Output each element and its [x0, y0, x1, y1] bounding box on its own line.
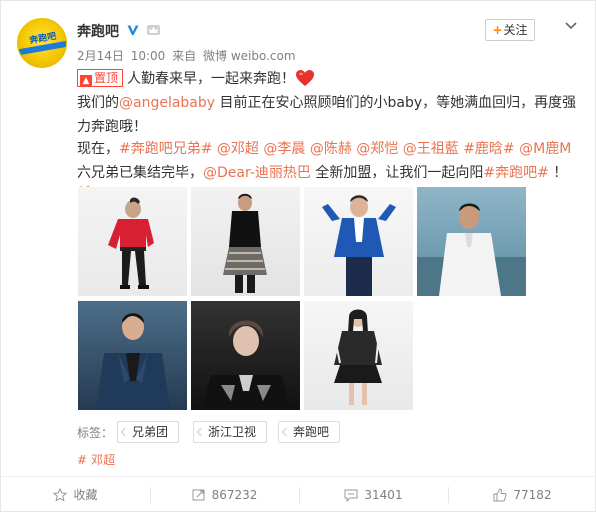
comment-count: 31401 — [364, 488, 403, 502]
hashtag-brothers[interactable]: #奔跑吧兄弟# — [119, 141, 212, 157]
comment-button[interactable]: 31401 — [299, 477, 448, 512]
photo-5[interactable] — [78, 301, 187, 410]
text-segment: 现在， — [77, 141, 119, 157]
post-intro: 人勤春来早，一起来奔跑！ — [127, 71, 296, 87]
post-text-line-1: ▲ 置顶 人勤春来早，一起来奔跑！ — [77, 67, 577, 91]
pinned-label: 置顶 — [94, 71, 119, 85]
pin-icon: ▲ — [80, 75, 92, 87]
like-count: 77182 — [513, 488, 552, 502]
repost-icon — [192, 489, 205, 501]
hashtag-luhan[interactable]: #鹿晗# — [463, 141, 514, 157]
post-text-paragraph-2: 我们的@angelababy 目前正在安心照顾咱们的小baby，等她满血回归，再… — [77, 91, 577, 139]
verified-v-icon[interactable] — [125, 22, 141, 38]
repost-button[interactable]: 867232 — [150, 477, 299, 512]
comment-icon — [344, 489, 358, 503]
star-icon — [53, 487, 68, 502]
source-prefix: 来自 — [172, 49, 197, 63]
weibo-post-card: 奔跑吧 奔跑吧 2月14日 10:00 来自 微博 weibo.com +关注 … — [0, 0, 596, 512]
mention-lichen[interactable]: @李晨 — [263, 141, 305, 157]
mention-luhan[interactable]: @M鹿M — [519, 141, 571, 157]
follow-button[interactable]: +关注 — [485, 19, 535, 41]
user-name[interactable]: 奔跑吧 — [77, 21, 119, 41]
mention-dengchao[interactable]: @邓超 — [217, 141, 259, 157]
repost-count: 867232 — [211, 488, 258, 502]
avatar[interactable]: 奔跑吧 — [17, 18, 67, 68]
tag-item[interactable]: 浙江卫视 — [193, 421, 268, 443]
mention-wangzulan[interactable]: @王祖藍 — [403, 141, 459, 157]
mention-dilireba[interactable]: @Dear-迪丽热巴 — [203, 165, 311, 181]
thumbs-up-icon — [493, 488, 507, 502]
mention-zhengkai[interactable]: @郑恺 — [356, 141, 398, 157]
hashtag-benpaoba[interactable]: #奔跑吧# — [483, 165, 548, 181]
post-meta: 2月14日 10:00 来自 微博 weibo.com — [77, 47, 299, 64]
tags-label: 标签： — [77, 426, 114, 440]
post-time[interactable]: 10:00 — [131, 49, 166, 63]
favorite-label: 收藏 — [73, 488, 98, 502]
text-segment: 我们的 — [77, 95, 119, 111]
mention-chenhe[interactable]: @陈赫 — [310, 141, 352, 157]
heart-emoji-icon — [295, 69, 315, 87]
text-segment: 全新加盟，让我们一起向阳 — [310, 165, 484, 181]
post-date[interactable]: 2月14日 — [77, 49, 124, 63]
post-source[interactable]: 微博 weibo.com — [203, 49, 296, 63]
chevron-down-icon[interactable] — [563, 17, 579, 33]
photo-7[interactable] — [304, 301, 413, 410]
photo-6[interactable] — [191, 301, 300, 410]
pinned-badge: ▲ 置顶 — [77, 69, 124, 87]
topic-link[interactable]: # 邓超 — [77, 451, 115, 468]
mention-angelababy[interactable]: @angelababy — [119, 95, 215, 111]
text-segment: ！ — [548, 165, 568, 181]
member-icon[interactable] — [146, 22, 161, 37]
like-button[interactable]: 77182 — [448, 477, 596, 512]
tag-item[interactable]: 奔跑吧 — [278, 421, 341, 443]
photo-3[interactable] — [304, 187, 413, 296]
topic-name: 邓超 — [91, 453, 116, 467]
photo-2[interactable] — [191, 187, 300, 296]
plus-icon: + — [492, 23, 503, 37]
tag-item[interactable]: 兄弟团 — [117, 421, 180, 443]
photo-1[interactable] — [78, 187, 187, 296]
text-segment: 六兄弟已集结完毕， — [77, 165, 203, 181]
favorite-button[interactable]: 收藏 — [1, 477, 150, 512]
topic-hash-icon: # — [77, 453, 88, 467]
follow-label: 关注 — [503, 23, 528, 37]
photo-4[interactable] — [417, 187, 526, 296]
